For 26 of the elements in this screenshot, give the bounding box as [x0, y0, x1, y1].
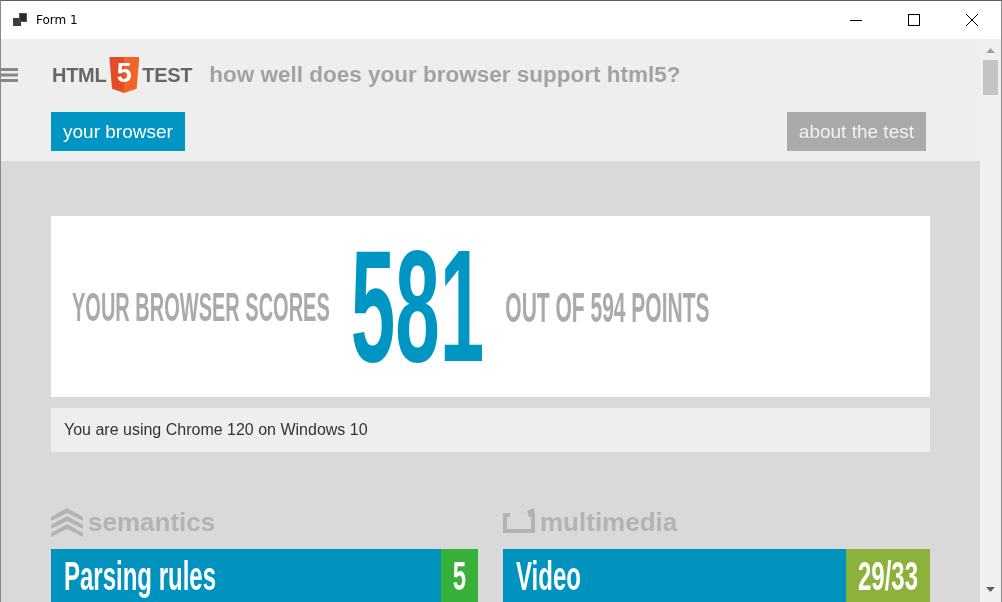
- nav-tab[interactable]: your browser: [51, 112, 185, 151]
- scroll-down-icon[interactable]: [986, 587, 995, 592]
- maximize-icon: [908, 14, 920, 26]
- category-name: Parsing rules: [64, 555, 217, 596]
- tagline: how well does your browser support html5?: [209, 62, 681, 88]
- menu-icon[interactable]: [1, 68, 18, 82]
- close-icon: [966, 14, 978, 26]
- category-bar[interactable]: Video 29/33: [503, 549, 930, 602]
- scroll-thumb[interactable]: [983, 60, 998, 95]
- browser-info-text: You are using Chrome 120 on Windows 10: [64, 421, 368, 439]
- logo-text: HTML: [52, 63, 107, 87]
- app-icon: [13, 13, 28, 27]
- category-name: Video: [516, 555, 581, 596]
- scroll-up-icon[interactable]: [986, 48, 995, 53]
- score-label: OUT OF 594 POINTS: [505, 285, 710, 328]
- score-value: 581: [350, 226, 485, 387]
- logo-text: TEST: [142, 63, 193, 87]
- category-score-text: 29/33: [857, 555, 918, 596]
- score-label: YOUR BROWSER SCORES: [72, 286, 330, 327]
- nav-tab[interactable]: about the test: [786, 112, 926, 151]
- category-bar[interactable]: Parsing rules 5: [51, 549, 478, 602]
- stacked-chevrons-icon: [51, 507, 83, 537]
- window-title: Form 1: [36, 13, 78, 27]
- category-score-text: 5: [452, 555, 466, 596]
- minimize-icon: [850, 19, 862, 21]
- logo-shield: 5: [109, 57, 140, 93]
